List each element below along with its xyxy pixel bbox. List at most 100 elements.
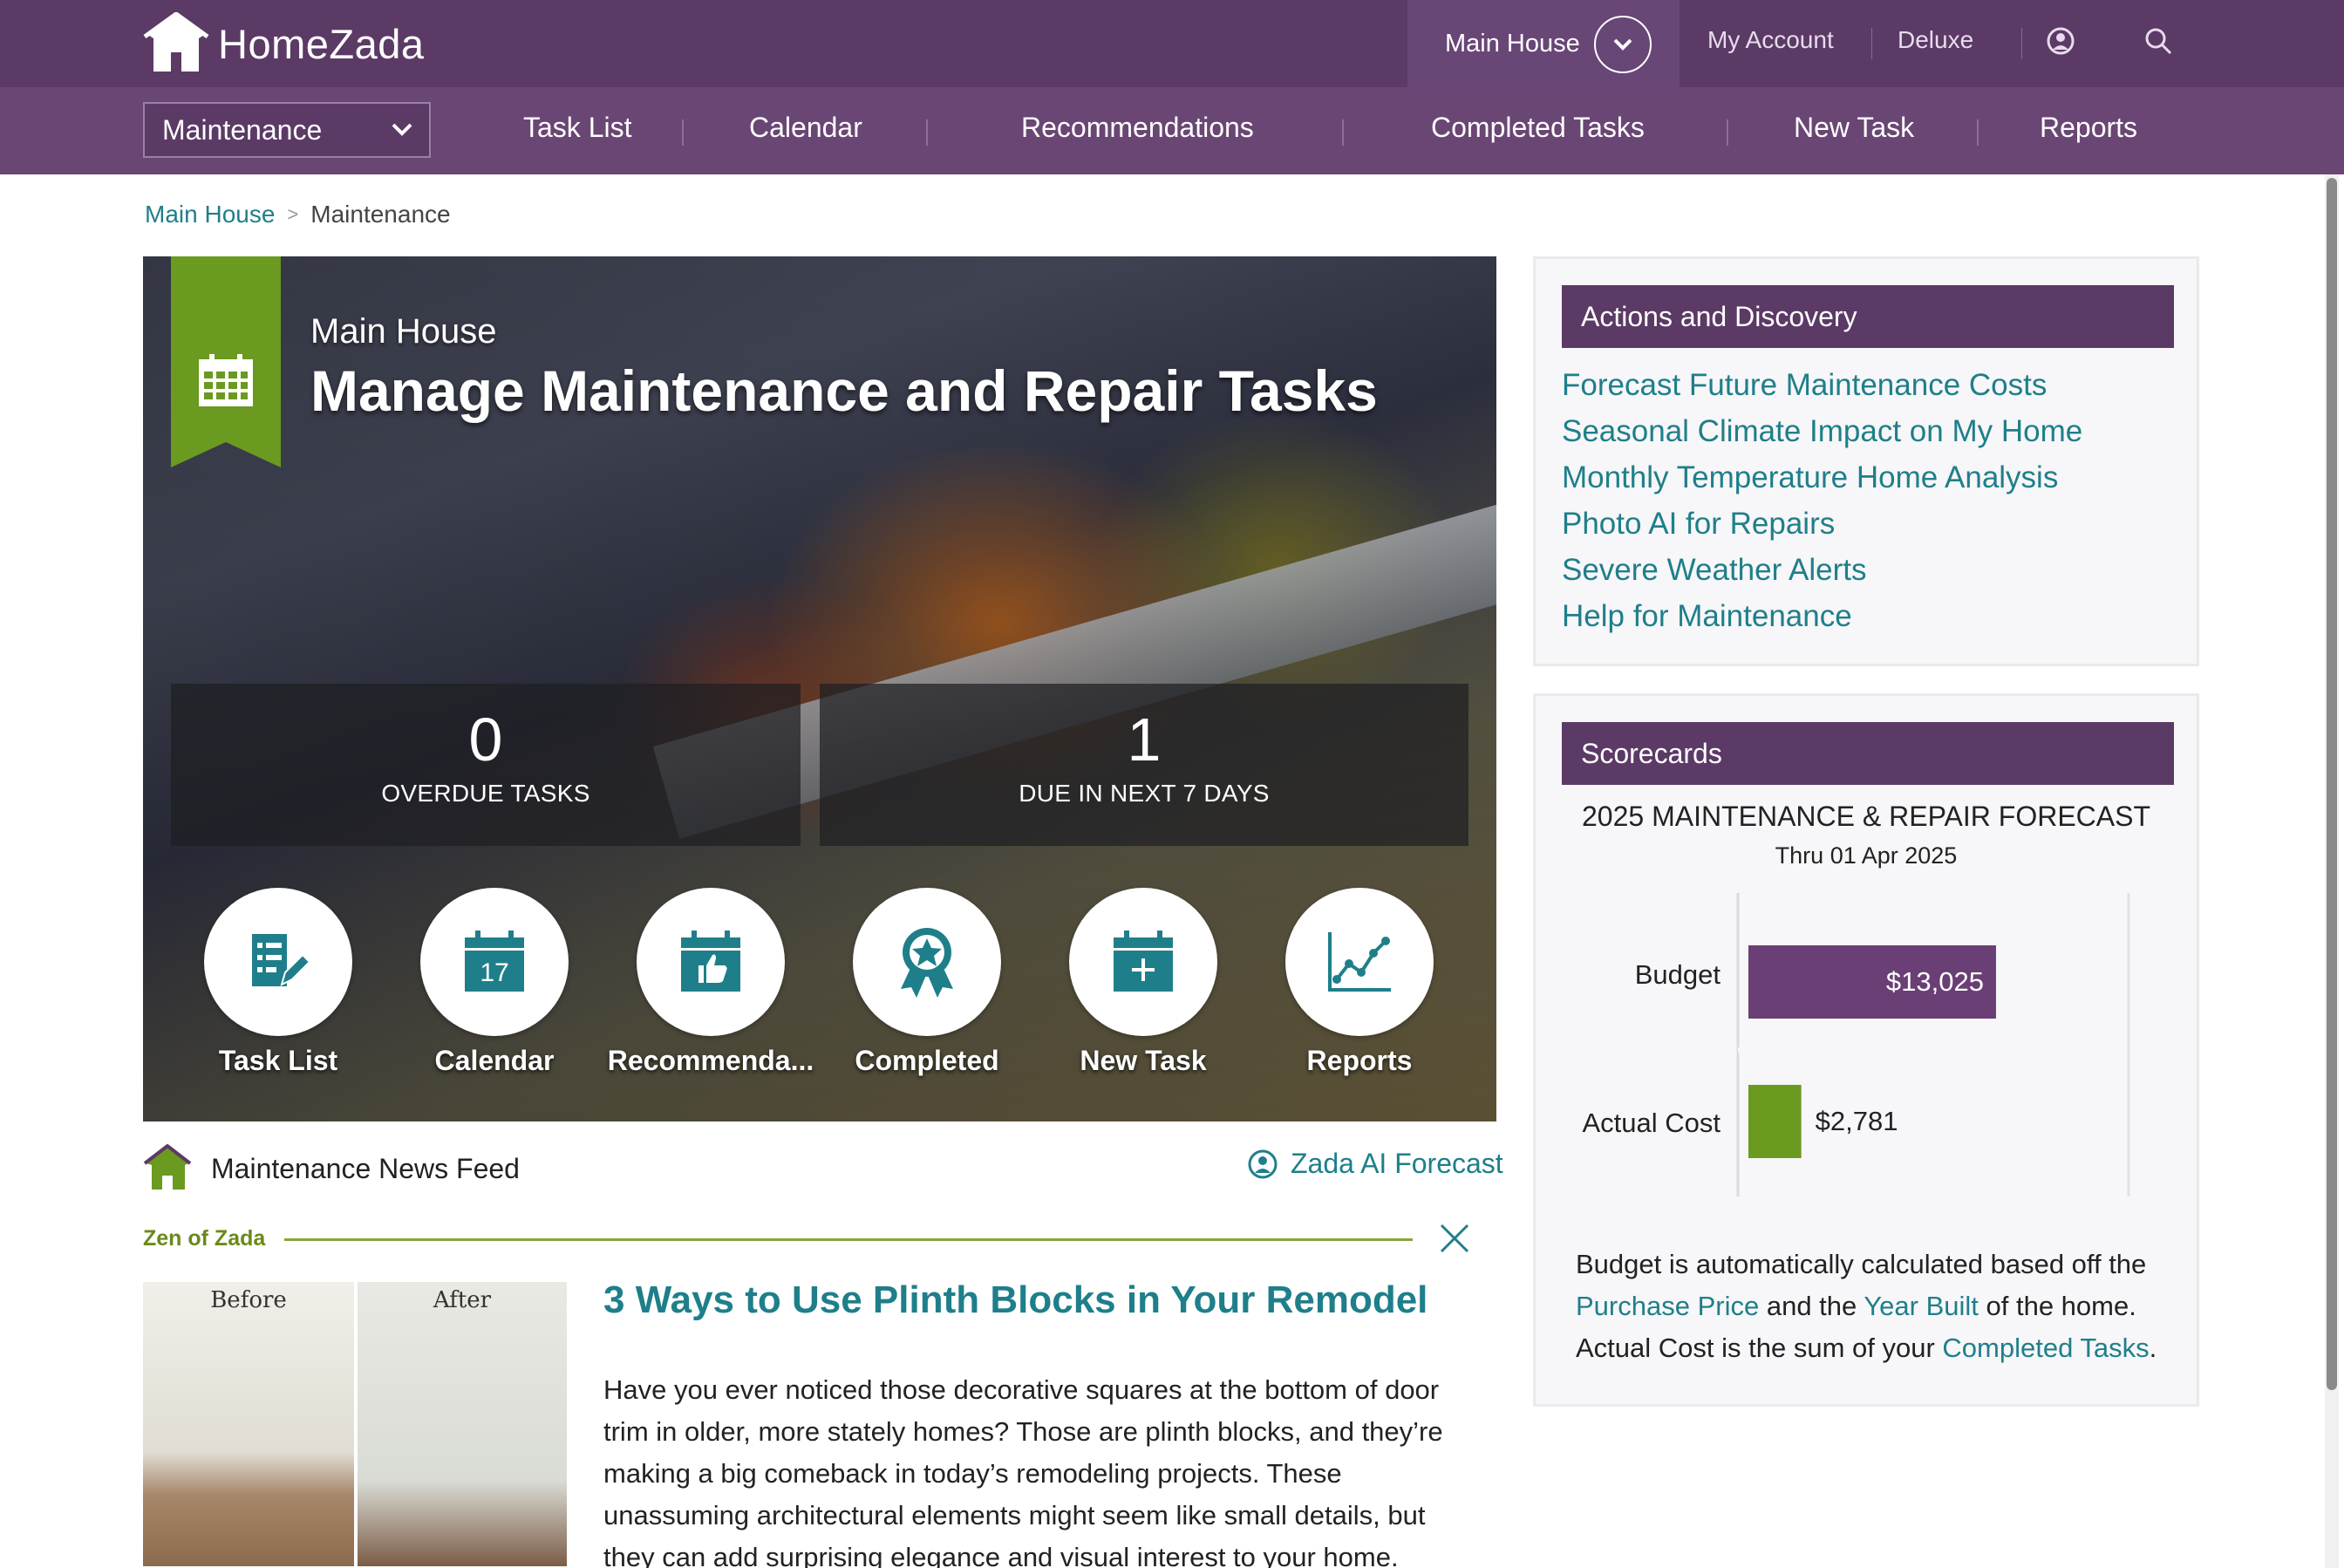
add-calendar-icon: [1114, 931, 1173, 992]
deluxe-link[interactable]: Deluxe: [1898, 26, 1973, 54]
house-logo-icon: [143, 1144, 192, 1190]
house-selector-label: Main House: [1445, 29, 1580, 58]
shortcut-reports-label: Reports: [1306, 1045, 1413, 1076]
user-icon[interactable]: [2046, 26, 2075, 56]
shortcut-calendar[interactable]: 17 Calendar: [420, 888, 569, 1077]
nav-calendar[interactable]: Calendar: [749, 112, 862, 144]
section-select-label: Maintenance: [162, 113, 323, 146]
completed-tasks-link[interactable]: Completed Tasks: [1942, 1333, 2149, 1363]
logo[interactable]: HomeZada: [143, 12, 425, 75]
divider: [1977, 119, 1979, 146]
shortcut-task-list[interactable]: Task List: [204, 888, 352, 1077]
nav-completed-tasks[interactable]: Completed Tasks: [1431, 112, 1645, 144]
shortcut-recommendations-label: Recommenda...: [607, 1045, 814, 1076]
article-title[interactable]: 3 Ways to Use Plinth Blocks in Your Remo…: [603, 1278, 1428, 1322]
divider: [1342, 119, 1344, 146]
divider: [2021, 28, 2022, 59]
overdue-tasks-stat[interactable]: 0 OVERDUE TASKS: [171, 684, 801, 846]
scorecard-note: Budget is automatically calculated based…: [1576, 1244, 2186, 1369]
divider: [682, 119, 684, 146]
overdue-tasks-count: 0: [468, 706, 503, 774]
forecast-costs-link[interactable]: Forecast Future Maintenance Costs: [1562, 362, 2082, 408]
house-selector[interactable]: Main House: [1407, 0, 1680, 87]
line-chart-icon: [1328, 932, 1391, 992]
hero-ribbon: [171, 256, 281, 467]
divider: [284, 1238, 1413, 1241]
shortcut-task-list-label: Task List: [218, 1045, 338, 1076]
nav-recommendations[interactable]: Recommendations: [1021, 112, 1254, 144]
shortcut-completed-label: Completed: [855, 1045, 999, 1076]
calendar-icon: 17: [465, 931, 524, 992]
forecast-bar-chart: Budget $13,025 Actual Cost $2,781: [1582, 893, 2130, 1196]
divider: [926, 119, 928, 146]
close-icon[interactable]: [1439, 1223, 1470, 1254]
my-account-link[interactable]: My Account: [1707, 26, 1834, 54]
article-image[interactable]: Before After: [143, 1282, 567, 1566]
photo-ai-link[interactable]: Photo AI for Repairs: [1562, 501, 2082, 547]
news-feed-header: Maintenance News Feed: [143, 1144, 520, 1193]
actions-panel-title: Actions and Discovery: [1562, 285, 2174, 348]
breadcrumb: Main House > Maintenance: [145, 201, 451, 228]
nav-task-list[interactable]: Task List: [523, 112, 631, 144]
thumbs-up-calendar-icon: [681, 931, 740, 992]
scorecards-panel: Scorecards 2025 MAINTENANCE & REPAIR FOR…: [1533, 693, 2199, 1407]
award-ribbon-icon: [901, 928, 953, 998]
before-image: Before: [143, 1282, 354, 1566]
actions-link-list: Forecast Future Maintenance Costs Season…: [1562, 362, 2082, 639]
logo-text: HomeZada: [218, 20, 425, 67]
breadcrumb-separator: >: [287, 203, 299, 225]
due-next-7-days-count: 1: [1127, 706, 1162, 774]
zada-ai-forecast-label: Zada AI Forecast: [1291, 1148, 1503, 1179]
nav-reports[interactable]: Reports: [2040, 112, 2137, 144]
actions-panel: Actions and Discovery Forecast Future Ma…: [1533, 256, 2199, 666]
zen-of-zada-label: Zen of Zada: [143, 1226, 266, 1251]
divider: [1871, 28, 1872, 59]
hero-subtitle: Main House: [310, 312, 497, 351]
seasonal-climate-link[interactable]: Seasonal Climate Impact on My Home: [1562, 408, 2082, 454]
search-icon[interactable]: [2143, 26, 2173, 56]
chart-value-label: $2,781: [1816, 1106, 1898, 1136]
nav-new-task[interactable]: New Task: [1794, 112, 1914, 144]
hero-title: Manage Maintenance and Repair Tasks: [310, 358, 1378, 423]
article-body: Have you ever noticed those decorative s…: [603, 1374, 1443, 1568]
year-built-link[interactable]: Year Built: [1864, 1291, 1979, 1321]
shortcut-recommendations[interactable]: Recommenda...: [608, 888, 814, 1077]
calendar-day: 17: [480, 958, 508, 987]
note-text: .: [2149, 1333, 2157, 1363]
overdue-tasks-label: OVERDUE TASKS: [381, 780, 590, 807]
due-next-7-days-stat[interactable]: 1 DUE IN NEXT 7 DAYS: [820, 684, 1468, 846]
monthly-temperature-link[interactable]: Monthly Temperature Home Analysis: [1562, 454, 2082, 501]
shortcut-reports[interactable]: Reports: [1285, 888, 1434, 1077]
calendar-grid-icon: [199, 354, 253, 406]
task-list-icon: [252, 934, 311, 986]
shortcut-new-task-label: New Task: [1080, 1045, 1207, 1076]
section-nav: Maintenance Task List Calendar Recommend…: [0, 87, 2344, 174]
purchase-price-link[interactable]: Purchase Price: [1576, 1291, 1759, 1321]
news-feed-title: Maintenance News Feed: [211, 1152, 520, 1184]
shortcut-new-task[interactable]: New Task: [1069, 888, 1217, 1077]
house-logo-icon: [143, 12, 209, 72]
chart-category-label: Budget: [1635, 959, 1721, 990]
note-text: and the: [1759, 1291, 1864, 1321]
after-image: After: [354, 1282, 567, 1566]
before-caption: Before: [210, 1287, 287, 1313]
chart-category-label: Actual Cost: [1582, 1108, 1721, 1138]
severe-weather-link[interactable]: Severe Weather Alerts: [1562, 547, 2082, 593]
shortcut-completed[interactable]: Completed: [853, 888, 1001, 1077]
chart-bar: [1748, 1085, 1802, 1158]
user-icon: [1248, 1149, 1278, 1178]
hero-banner: Main House Manage Maintenance and Repair…: [143, 256, 1496, 1121]
breadcrumb-home-link[interactable]: Main House: [145, 201, 275, 228]
top-bar: HomeZada Main House My Account Deluxe: [0, 0, 2344, 87]
scrollbar-thumb[interactable]: [2327, 178, 2337, 1390]
breadcrumb-current: Maintenance: [310, 201, 451, 228]
due-next-7-days-label: DUE IN NEXT 7 DAYS: [1019, 780, 1270, 807]
help-maintenance-link[interactable]: Help for Maintenance: [1562, 593, 2082, 639]
section-select[interactable]: Maintenance: [143, 102, 431, 158]
note-text: Budget is automatically calculated based…: [1576, 1249, 2147, 1279]
chevron-down-icon[interactable]: [1594, 16, 1652, 73]
zada-ai-forecast-link[interactable]: Zada AI Forecast: [1247, 1148, 1503, 1180]
chart-value-label: $13,025: [1886, 966, 1984, 997]
chevron-down-icon: [392, 123, 412, 136]
after-caption: After: [433, 1287, 492, 1313]
